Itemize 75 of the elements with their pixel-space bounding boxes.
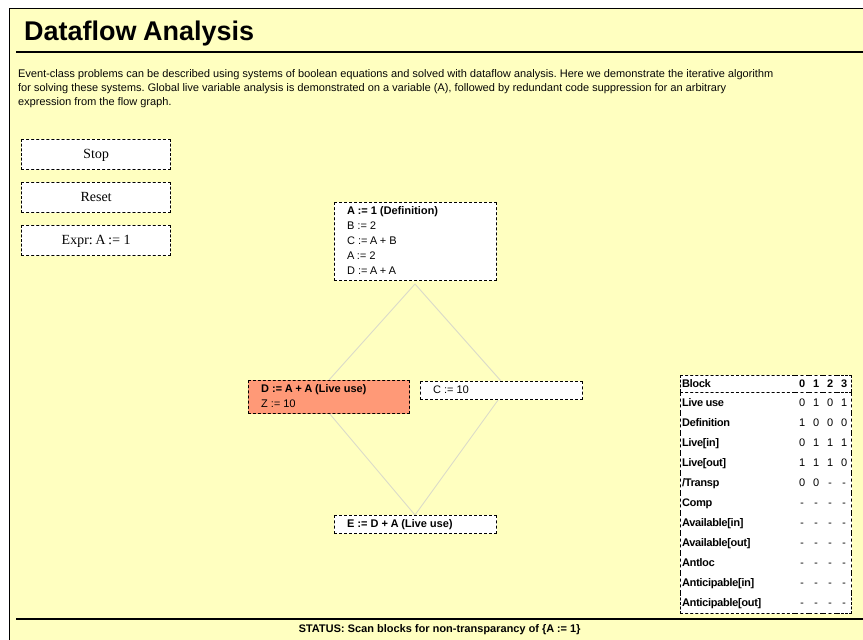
table-value: -	[842, 537, 846, 549]
control-button[interactable]: Reset	[21, 182, 171, 213]
table-value: 1	[812, 437, 820, 449]
table-value: -	[842, 577, 846, 589]
table-value: -	[828, 577, 832, 589]
table-value: 0	[798, 397, 806, 409]
code-line: D := A + A (Live use)	[261, 382, 368, 397]
code-line: E := D + A (Live use)	[347, 517, 454, 532]
table-value: -	[800, 497, 804, 509]
table-value: 0	[826, 417, 834, 429]
column-header: 2	[826, 378, 834, 390]
table-value: -	[814, 497, 818, 509]
control-button[interactable]: Stop	[21, 139, 171, 170]
table-value: 1	[840, 397, 848, 409]
row-label: Comp	[682, 497, 712, 509]
code-line: C := 10	[433, 383, 470, 398]
code-line: C := A + B	[347, 234, 398, 249]
row-label: Available[in]	[682, 517, 744, 529]
table-value: -	[828, 477, 832, 489]
table-value: 0	[826, 397, 834, 409]
description-text: Event-class problems can be described using systems of boolean equations and solved with dataflow analysis. Here we demonstrate the iterative algorithm for solving these systems. Global live variable analysis is demonstrated on a variable (A), followed by redundant code suppression for an arbitrary expression from the flow graph.	[18, 67, 774, 109]
table-value: -	[814, 557, 818, 569]
table-value: -	[828, 597, 832, 609]
table-value: 1	[812, 457, 820, 469]
table-value: 0	[812, 417, 820, 429]
row-label: /Transp	[682, 477, 720, 489]
page-title: Dataflow Analysis	[16, 9, 863, 53]
table-value: 1	[798, 457, 806, 469]
table-value: -	[842, 517, 846, 529]
table-value: -	[842, 477, 846, 489]
code-line: B := 2	[347, 219, 378, 234]
table-value: 1	[840, 437, 848, 449]
table-value: -	[828, 497, 832, 509]
table-value: -	[800, 597, 804, 609]
row-label: Available[out]	[682, 537, 750, 549]
table-value: -	[842, 497, 846, 509]
row-label: Anticipable[out]	[682, 597, 761, 609]
table-value: 1	[826, 457, 834, 469]
table-value: -	[800, 537, 804, 549]
table-value: 0	[840, 417, 848, 429]
code-line: Z := 10	[261, 397, 297, 412]
row-label: Anticipable[in]	[682, 577, 754, 589]
table-value: -	[800, 517, 804, 529]
row-label: Definition	[682, 417, 730, 429]
code-line: D := A + A	[347, 264, 397, 279]
table-value: -	[828, 537, 832, 549]
table-value: -	[814, 577, 818, 589]
status-text: STATUS: Scan blocks for non-transparancy of {A := 1}	[16, 618, 863, 640]
column-header: Block	[682, 378, 710, 390]
column-header: 3	[840, 378, 848, 390]
table-value: -	[814, 517, 818, 529]
table-value: -	[842, 597, 846, 609]
table-value: -	[828, 557, 832, 569]
table-value: 0	[840, 457, 848, 469]
row-label: Live[out]	[682, 457, 726, 469]
table-value: 0	[798, 437, 806, 449]
table-value: -	[800, 557, 804, 569]
table-value: 1	[812, 397, 820, 409]
control-button[interactable]: Expr: A := 1	[21, 225, 171, 256]
table-value: -	[814, 537, 818, 549]
table-value: -	[800, 577, 804, 589]
table-value: 1	[826, 437, 834, 449]
column-header: 0	[798, 378, 806, 390]
row-label: Live[in]	[682, 437, 719, 449]
code-line: A := 2	[347, 249, 376, 264]
row-label: Antloc	[682, 557, 714, 569]
table-value: 0	[812, 477, 820, 489]
table-value: 0	[798, 477, 806, 489]
code-line: A := 1 (Definition)	[347, 204, 439, 219]
table-value: -	[814, 597, 818, 609]
table-value: 1	[798, 417, 806, 429]
row-label: Live use	[682, 397, 724, 409]
column-header: 1	[812, 378, 820, 390]
table-value: -	[828, 517, 832, 529]
table-value: -	[842, 557, 846, 569]
